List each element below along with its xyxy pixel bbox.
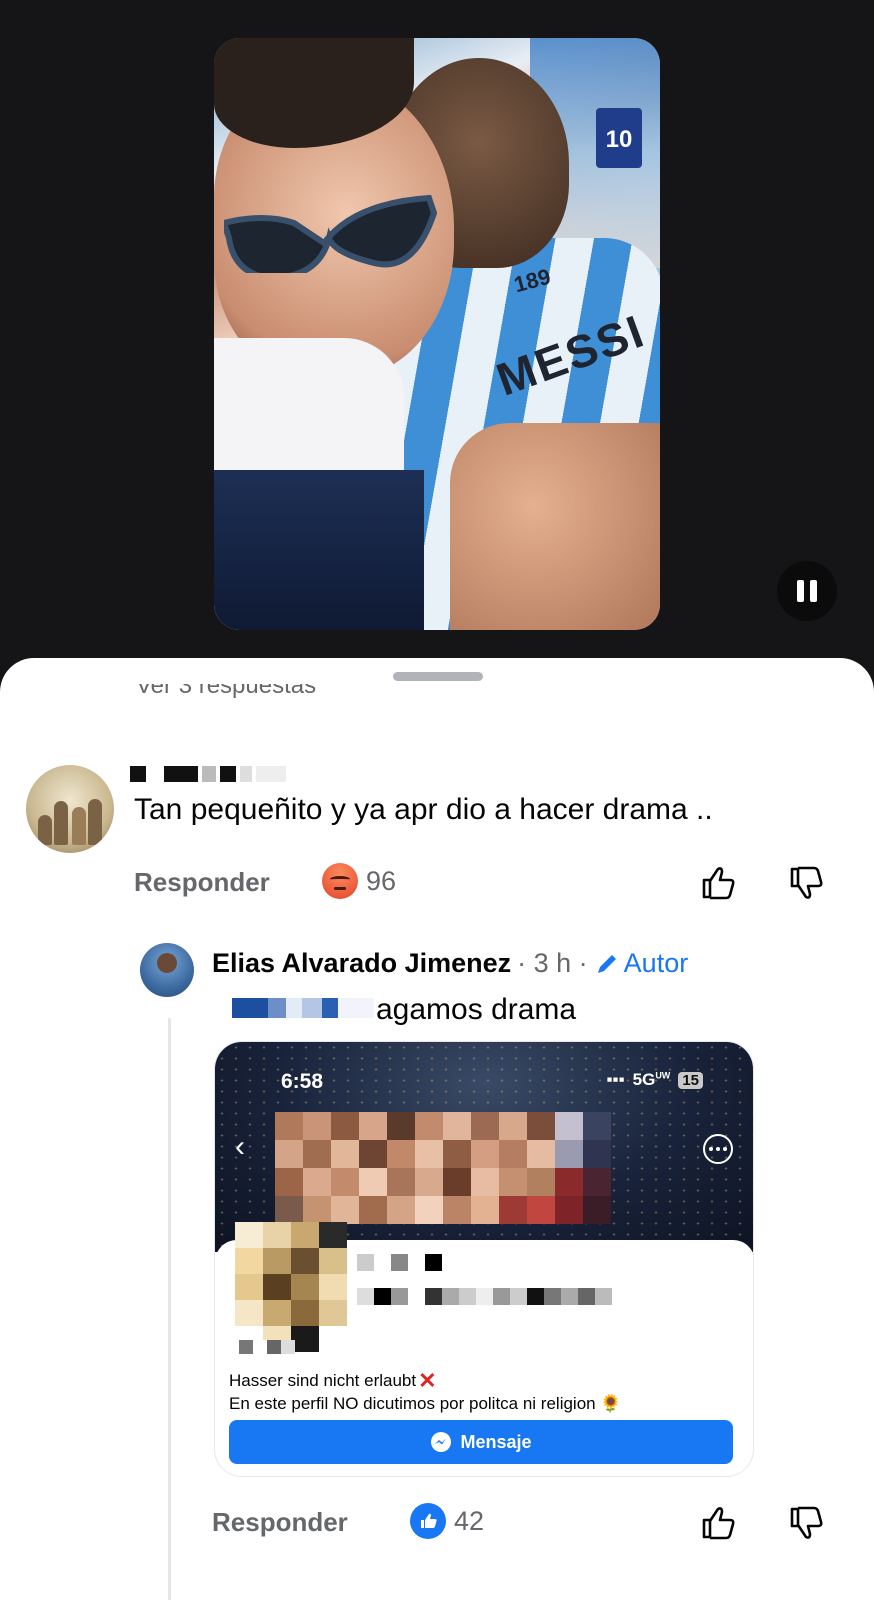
- reply-button[interactable]: Responder: [134, 867, 270, 898]
- video-hand: [450, 423, 660, 630]
- reply-avatar[interactable]: [140, 943, 194, 997]
- profile-bio-line-1-text: Hasser sind nicht erlaubt: [229, 1371, 417, 1390]
- reaction-count: 96: [366, 865, 397, 896]
- pause-icon: [797, 580, 804, 602]
- profile-bio-line-2: En este perfil NO dicutimos por politca …: [229, 1394, 622, 1413]
- sunglasses-graphic: [224, 194, 438, 273]
- reaction-count: 42: [454, 1505, 485, 1536]
- more-options-icon: [703, 1134, 733, 1164]
- censored-profile-subtitle: [357, 1288, 612, 1305]
- comment-text: Tan pequeñito y ya apr dio a hacer drama…: [134, 793, 713, 826]
- thumbs-up-icon[interactable]: [698, 863, 738, 903]
- avatar[interactable]: [26, 765, 114, 853]
- author-badge-label: Autor: [623, 948, 689, 978]
- reaction-summary[interactable]: 42: [410, 1503, 484, 1539]
- comment-actions: Responder 96: [134, 863, 844, 903]
- network-label: 5GUW: [633, 1070, 671, 1090]
- signal-icon: ▪▪▪: [606, 1070, 625, 1089]
- pause-icon-bar: [810, 580, 817, 602]
- video-bg-jersey-number: 10: [596, 108, 642, 168]
- pixelated-faces: [275, 1112, 611, 1224]
- censored-author-name: [130, 766, 286, 782]
- attachment-profile-card: Hasser sind nicht erlaubt ✕ En este perf…: [215, 1222, 753, 1476]
- attachment-status-bar: ▪▪▪ 5GUW 15: [607, 1070, 703, 1090]
- thumbs-down-icon[interactable]: [786, 1503, 826, 1543]
- video-dark-shirt: [214, 470, 424, 630]
- back-chevron-icon: ‹: [235, 1130, 245, 1163]
- reply-actions: Responder 42: [212, 1503, 844, 1543]
- network-sup: UW: [655, 1070, 671, 1081]
- attachment-status-time: 6:58: [281, 1070, 324, 1093]
- battery-icon: 15: [678, 1071, 703, 1089]
- pause-button[interactable]: [777, 561, 837, 621]
- reply-author-name[interactable]: Elias Alvarado Jimenez: [212, 948, 511, 979]
- messenger-icon: [431, 1432, 452, 1452]
- message-button-label: Mensaje: [460, 1431, 532, 1452]
- like-reaction-icon: [410, 1503, 446, 1539]
- video-player[interactable]: 10 189 MESSI: [0, 0, 874, 660]
- avatar-figure: [88, 799, 102, 845]
- reply-header: Elias Alvarado Jimenez · 3 h · Autor: [212, 948, 688, 979]
- reply-attachment-image[interactable]: 6:58 ▪▪▪ 5GUW 15 ‹ Hasser sind nicht erl…: [214, 1041, 754, 1477]
- sheet-drag-handle[interactable]: [393, 672, 483, 681]
- reply-time: · 3 h ·: [517, 948, 588, 978]
- comments-screen: 10 189 MESSI Ver 3 respuestas Tan pequeñ…: [0, 0, 874, 1600]
- profile-bio-line-1: Hasser sind nicht erlaubt ✕: [229, 1370, 437, 1392]
- pencil-icon: [597, 954, 616, 973]
- attachment-photo: 6:58 ▪▪▪ 5GUW 15 ‹: [215, 1042, 753, 1252]
- avatar-figure: [38, 815, 52, 845]
- censored-profile-name: [357, 1254, 442, 1271]
- avatar-figure: [54, 801, 68, 845]
- see-replies-label[interactable]: Ver 3 respuestas: [136, 684, 316, 700]
- author-badge: Autor: [594, 948, 689, 979]
- network-text: 5G: [632, 1070, 656, 1089]
- angry-reaction-icon: [322, 863, 358, 899]
- see-replies-link[interactable]: Ver 3 respuestas: [136, 684, 316, 704]
- thread-line: [168, 1018, 171, 1600]
- video-frame[interactable]: 10 189 MESSI: [214, 38, 660, 630]
- censored-reply-prefix: [232, 998, 374, 1018]
- reply-text: agamos drama: [376, 993, 577, 1026]
- thumbs-up-icon[interactable]: [698, 1503, 738, 1543]
- comments-sheet: Ver 3 respuestas Tan pequeñito y ya apr …: [0, 658, 874, 1600]
- pixelated-avatar: [235, 1222, 347, 1352]
- reaction-summary[interactable]: 96: [322, 863, 396, 899]
- red-x-icon: ✕: [418, 1368, 437, 1393]
- avatar-figure: [72, 807, 86, 845]
- message-button: Mensaje: [229, 1420, 733, 1464]
- reply-button[interactable]: Responder: [212, 1507, 348, 1538]
- thumbs-down-icon[interactable]: [786, 863, 826, 903]
- censored-label: [239, 1340, 295, 1354]
